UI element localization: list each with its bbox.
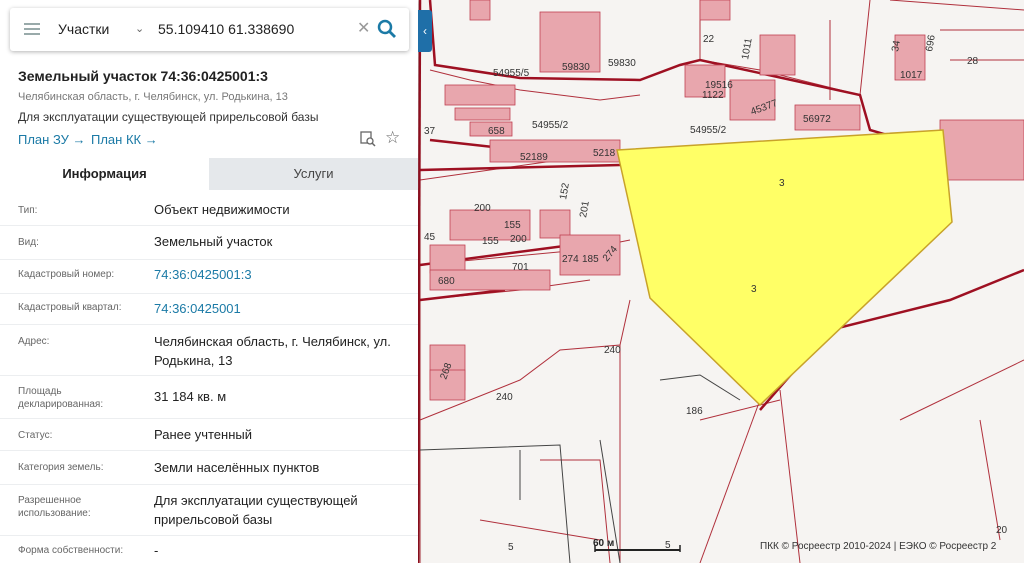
plan-kk-link[interactable]: План КК → [91, 132, 158, 147]
svg-text:152: 152 [558, 182, 572, 201]
row-value: Челябинская область, г. Челябинск, ул. Р… [154, 334, 391, 368]
tab-information[interactable]: Информация [0, 158, 209, 190]
svg-text:185: 185 [582, 254, 599, 265]
svg-text:1017: 1017 [900, 70, 923, 81]
svg-text:201: 201 [578, 200, 592, 219]
parcel-address: Челябинская область, г. Челябинск, ул. Р… [18, 91, 288, 103]
search-input[interactable]: 55.109410 61.338690 [158, 21, 294, 37]
svg-text:52189: 52189 [520, 152, 548, 163]
svg-text:5: 5 [508, 542, 514, 553]
tab-services[interactable]: Услуги [209, 158, 418, 190]
svg-text:56972: 56972 [803, 114, 831, 125]
cadastral-quarter-link[interactable]: 74:36:0425001 [154, 299, 404, 318]
svg-text:54955/2: 54955/2 [532, 120, 569, 131]
svg-text:701: 701 [512, 262, 529, 273]
info-panel: Участки ⌄ 55.109410 61.338690 ✕ Земельны… [0, 0, 418, 563]
svg-text:20: 20 [996, 525, 1008, 536]
search-icon[interactable] [376, 18, 398, 40]
svg-text:696: 696 [924, 34, 938, 53]
row-key: Кадастровый номер: [18, 269, 115, 280]
row-key: Статус: [18, 430, 53, 441]
row-key: Кадастровый квартал: [18, 302, 122, 313]
row-key: Разрешенное использование: [18, 495, 91, 519]
svg-text:19516: 19516 [705, 80, 733, 91]
svg-text:200: 200 [474, 203, 491, 214]
svg-text:240: 240 [604, 345, 621, 356]
row-key: Форма собственности: [18, 545, 124, 556]
table-row: Вид: Земельный участок [0, 226, 418, 260]
chevron-down-icon[interactable]: ⌄ [135, 22, 144, 35]
svg-text:200: 200 [510, 234, 527, 245]
row-value: Для эксплуатации существующей прирельсов… [154, 493, 358, 527]
find-on-map-icon[interactable] [360, 131, 376, 147]
layer-select[interactable]: Участки [58, 21, 109, 37]
row-value: 31 184 кв. м [154, 389, 227, 404]
table-row: Адрес: Челябинская область, г. Челябинск… [0, 325, 418, 376]
collapse-panel-button[interactable]: ‹ [418, 10, 432, 52]
svg-text:54955/2: 54955/2 [690, 125, 727, 136]
plan-zu-link[interactable]: План ЗУ → [18, 132, 86, 147]
row-value: Объект недвижимости [154, 202, 290, 217]
svg-text:54955/5: 54955/5 [493, 68, 530, 79]
table-row: Категория земель: Земли населённых пункт… [0, 451, 418, 485]
favorite-star-icon[interactable]: ☆ [385, 128, 400, 148]
svg-text:59830: 59830 [608, 58, 636, 69]
svg-text:274: 274 [562, 254, 579, 265]
row-key: Категория земель: [18, 462, 104, 473]
table-row: Статус: Ранее учтенный [0, 419, 418, 451]
row-value: Земли населённых пунктов [154, 460, 320, 475]
row-value: Ранее учтенный [154, 427, 252, 442]
svg-text:3: 3 [779, 178, 785, 189]
row-key: Площадь декларированная: [18, 386, 104, 410]
row-value: - [154, 543, 159, 558]
selected-parcel[interactable] [616, 129, 953, 407]
row-key: Вид: [18, 237, 39, 248]
table-row: Форма собственности: - [0, 536, 418, 563]
parcel-title: Земельный участок 74:36:0425001:3 [18, 68, 268, 84]
row-key: Адрес: [18, 336, 50, 347]
table-row: Кадастровый номер: 74:36:0425001:3 [0, 260, 418, 294]
table-row: Площадь декларированная: 31 184 кв. м [0, 376, 418, 419]
svg-text:37: 37 [424, 126, 436, 137]
table-row: Тип: Объект недвижимости [0, 192, 418, 226]
svg-text:3: 3 [751, 284, 757, 295]
map-credit: ПКК © Росреестр 2010-2024 | ЕЭКО © Росре… [760, 541, 997, 552]
svg-text:186: 186 [686, 406, 703, 417]
svg-text:658: 658 [488, 126, 505, 137]
svg-text:22: 22 [703, 34, 715, 45]
scale-label: 60 м [593, 538, 615, 549]
svg-text:1011: 1011 [740, 37, 755, 61]
menu-icon[interactable] [24, 23, 40, 35]
svg-text:240: 240 [496, 392, 513, 403]
svg-text:28: 28 [967, 56, 979, 67]
close-icon[interactable]: ✕ [357, 18, 370, 38]
svg-text:45: 45 [424, 232, 436, 243]
table-row: Кадастровый квартал: 74:36:0425001 [0, 294, 418, 325]
svg-text:5218: 5218 [593, 148, 616, 159]
svg-text:155: 155 [504, 220, 521, 231]
table-row: Разрешенное использование: Для эксплуата… [0, 485, 418, 536]
svg-text:1122: 1122 [702, 90, 724, 101]
row-value: Земельный участок [154, 234, 273, 249]
svg-text:59830: 59830 [562, 62, 590, 73]
parcel-purpose: Для эксплуатации существующей прирельсов… [18, 110, 319, 124]
svg-text:155: 155 [482, 236, 499, 247]
cadastral-number-link[interactable]: 74:36:0425001:3 [154, 265, 404, 284]
search-bar: Участки ⌄ 55.109410 61.338690 ✕ [10, 8, 409, 51]
svg-text:680: 680 [438, 276, 455, 287]
row-key: Тип: [18, 205, 38, 216]
